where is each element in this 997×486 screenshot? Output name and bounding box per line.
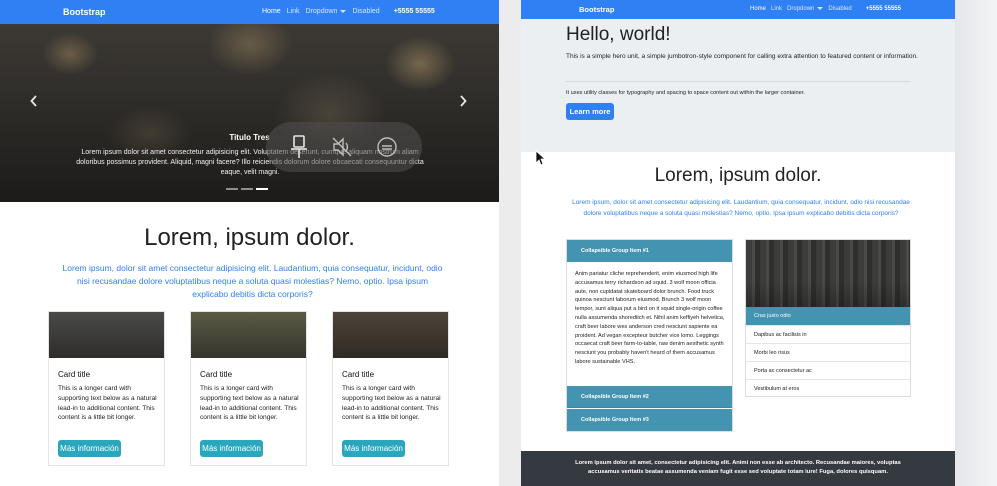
accordion-header-2[interactable]: Collapsible Group Item #2: [567, 386, 732, 408]
navbar-phone: +5555 55555: [865, 6, 901, 12]
navbar: Bootstrap Home Link Dropdown Disabled +5…: [521, 0, 955, 19]
chevron-left-icon: [30, 95, 37, 107]
jumbotron-text: It uses utility classes for typography a…: [566, 90, 805, 96]
page-gutter: [955, 0, 997, 486]
navbar-links: Home Link Dropdown Disabled +5555 55555: [262, 8, 441, 15]
card-title: Card title: [200, 370, 233, 379]
caret-down-icon: [817, 6, 824, 10]
subtitles-button[interactable]: [376, 136, 398, 158]
card-text: This is a longer card with supporting te…: [200, 385, 299, 422]
divider-line: [566, 81, 911, 82]
nav-link-link[interactable]: Link: [287, 8, 300, 15]
card-text: This is a longer card with supporting te…: [342, 385, 441, 422]
card-title: Card title: [342, 370, 375, 379]
list-item[interactable]: Vestibulum at eros: [746, 379, 910, 397]
caret-down-icon: [340, 9, 347, 13]
card: Card title This is a longer card with su…: [190, 311, 307, 466]
list-item-active[interactable]: Cras justo odio: [746, 307, 910, 325]
section-lead: Lorem ipsum, dolor sit amet consectetur …: [572, 199, 910, 217]
more-info-button[interactable]: Más información: [342, 440, 405, 457]
list-item[interactable]: Porta ac consectetur ac: [746, 361, 910, 379]
footer-text: Lorem ipsum dolor sit amet, consectetur …: [575, 460, 901, 475]
accordion-body: Anim pariatur cliche reprehenderit, enim…: [575, 271, 725, 365]
jumbotron: Hello, world! This is a simple hero unit…: [521, 19, 955, 152]
card: Card title This is a longer card with su…: [48, 311, 165, 466]
more-info-button[interactable]: Más información: [200, 440, 263, 457]
nav-dropdown[interactable]: Dropdown: [787, 6, 824, 12]
nav-link-home[interactable]: Home: [262, 8, 281, 15]
card-image: [746, 240, 910, 307]
mouse-cursor-icon: [535, 150, 547, 171]
mute-button[interactable]: [331, 136, 353, 158]
subtitles-icon: [377, 137, 398, 157]
nav-dropdown-label: Dropdown: [305, 8, 338, 15]
media-controls-overlay: [266, 122, 422, 172]
mute-icon: [332, 137, 352, 157]
card-image: [49, 312, 164, 358]
navbar: Bootstrap Home Link Dropdown Disabled +5…: [0, 0, 499, 24]
pin-button[interactable]: [290, 135, 308, 159]
navbar-phone: +5555 55555: [393, 8, 435, 15]
learn-more-button[interactable]: Learn more: [566, 103, 614, 120]
panel-divider: [499, 0, 521, 486]
carousel-indicator-active[interactable]: [256, 188, 268, 190]
card-image: [191, 312, 306, 358]
chevron-right-icon: [460, 95, 467, 107]
nav-link-home[interactable]: Home: [750, 6, 766, 12]
section-heading: Lorem, ipsum dolor.: [654, 165, 822, 186]
card: Card title This is a longer card with su…: [332, 311, 449, 466]
nav-dropdown[interactable]: Dropdown: [306, 8, 347, 15]
navbar-brand[interactable]: Bootstrap: [579, 5, 614, 14]
more-info-button[interactable]: Más información: [58, 440, 121, 457]
nav-link-disabled: Disabled: [352, 8, 380, 15]
navbar-links: Home Link Dropdown Disabled +5555 55555: [750, 6, 906, 12]
right-browser-panel: Bootstrap Home Link Dropdown Disabled +5…: [521, 0, 997, 486]
accordion-header-3[interactable]: Collapsible Group Item #3: [567, 409, 732, 431]
carousel-next-button[interactable]: [459, 94, 467, 110]
page-content: Bootstrap Home Link Dropdown Disabled +5…: [521, 0, 955, 486]
card-title: Card title: [58, 370, 91, 379]
accordion: Collapsible Group Item #1 Anim pariatur …: [566, 239, 733, 432]
section-heading: Lorem, ipsum dolor.: [144, 224, 355, 251]
list-item[interactable]: Morbi leo risus: [746, 343, 910, 361]
left-browser-panel: Bootstrap Home Link Dropdown Disabled +5…: [0, 0, 499, 486]
section-lead: Lorem ipsum, dolor sit amet consectetur …: [62, 263, 443, 299]
carousel-caption-title: Titulo Tres: [229, 133, 270, 142]
nav-link-disabled: Disabled: [828, 6, 852, 12]
carousel-indicator[interactable]: [226, 188, 238, 190]
jumbotron-title: Hello, world!: [566, 24, 671, 45]
jumbotron-lead: This is a simple hero unit, a simple jum…: [566, 53, 918, 60]
carousel-indicators: [226, 188, 268, 190]
navbar-brand[interactable]: Bootstrap: [63, 7, 106, 17]
list-item[interactable]: Dapibus ac facilisis in: [746, 325, 910, 343]
footer: Lorem ipsum dolor sit amet, consectetur …: [521, 451, 955, 486]
list-card: Cras justo odio Dapibus ac facilisis in …: [745, 239, 911, 397]
nav-link-link[interactable]: Link: [771, 6, 782, 12]
card-text: This is a longer card with supporting te…: [58, 385, 157, 422]
carousel[interactable]: Titulo Tres Lorem ipsum dolor sit amet c…: [0, 24, 499, 202]
carousel-prev-button[interactable]: [30, 94, 38, 110]
carousel-indicator[interactable]: [241, 188, 253, 190]
card-image: [333, 312, 448, 358]
nav-dropdown-label: Dropdown: [787, 6, 815, 12]
accordion-header-1[interactable]: Collapsible Group Item #1: [567, 240, 732, 262]
pin-icon: [290, 135, 307, 158]
